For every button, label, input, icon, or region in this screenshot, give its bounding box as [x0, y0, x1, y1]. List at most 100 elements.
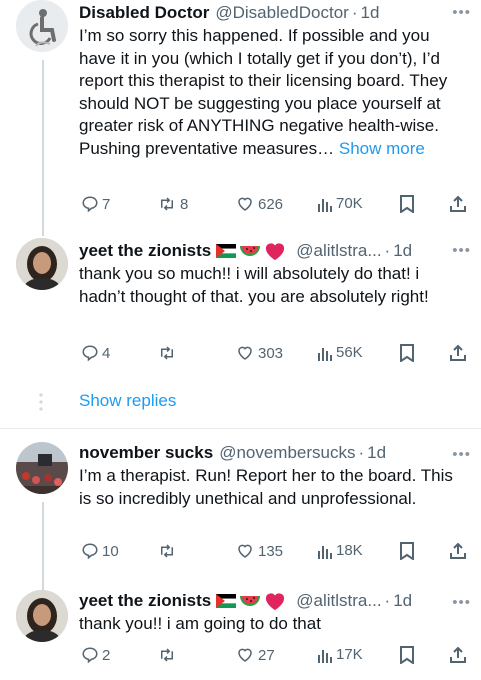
bookmark-icon — [400, 646, 414, 664]
views-button[interactable]: 17K — [317, 646, 363, 663]
heart-icon — [238, 346, 252, 360]
more-options-icon[interactable]: ••• — [452, 242, 471, 259]
share-button[interactable] — [449, 542, 467, 560]
action-bar: 4 303 56K — [79, 344, 471, 366]
reply-button[interactable]: 7 — [81, 195, 110, 213]
share-button[interactable] — [449, 344, 467, 362]
red-heart-icon — [266, 243, 285, 261]
action-bar: 7 8 626 70K — [79, 195, 471, 217]
views-button[interactable]: 56K — [317, 344, 363, 361]
show-more-link[interactable]: Show more — [339, 139, 425, 158]
timestamp[interactable]: 1d — [393, 590, 412, 612]
bookmark-icon — [400, 195, 414, 213]
views-bar-chart-icon — [318, 347, 332, 361]
views-button[interactable]: 70K — [317, 195, 363, 212]
reply-count: 2 — [102, 646, 111, 664]
display-name[interactable]: november sucks — [79, 442, 213, 464]
reply-button[interactable]: 2 — [81, 646, 110, 664]
action-bar: 10 135 18K — [79, 542, 471, 564]
like-count: 27 — [258, 646, 275, 664]
more-options-icon[interactable]: ••• — [452, 594, 471, 611]
bookmark-icon — [400, 344, 414, 362]
reply-count: 10 — [102, 542, 119, 560]
tweet-header: Disabled Doctor @DisabledDoctor · 1d — [79, 2, 469, 24]
view-count: 56K — [336, 344, 363, 361]
bookmark-button[interactable] — [399, 646, 415, 664]
tweet-header: yeet the zionists @alitlstra... · 1d — [79, 590, 469, 612]
reply-button[interactable]: 4 — [81, 344, 110, 362]
tweet[interactable]: Disabled Doctor @DisabledDoctor · 1d I’m… — [0, 0, 481, 230]
tweet-text: I’m so sorry this happened. If possible … — [79, 25, 469, 160]
bookmark-icon — [400, 542, 414, 560]
tweet-text: thank you!! i am going to do that — [79, 614, 321, 633]
share-icon — [450, 195, 466, 212]
like-count: 135 — [258, 542, 284, 560]
separator-dot: · — [358, 443, 365, 462]
tweet-header: yeet the zionists @alitlstra... · 1d — [79, 240, 469, 262]
avatar[interactable] — [16, 590, 68, 642]
share-icon — [450, 344, 466, 361]
tweet-text: thank you so much!! i will absolutely do… — [79, 264, 429, 306]
views-bar-chart-icon — [318, 649, 332, 663]
bookmark-button[interactable] — [399, 195, 415, 213]
watermelon-icon — [240, 246, 261, 256]
retweet-icon — [161, 648, 173, 662]
tweet[interactable]: yeet the zionists @alitlstra... · 1d tha… — [0, 590, 481, 680]
palestine-flag-icon — [216, 244, 237, 258]
avatar[interactable] — [16, 0, 68, 52]
divider — [0, 428, 481, 429]
tweet[interactable]: november sucks @novembersucks · 1d I’m a… — [0, 442, 481, 582]
separator-dot: · — [384, 241, 391, 260]
bookmark-button[interactable] — [399, 542, 415, 560]
avatar[interactable] — [16, 238, 68, 290]
retweet-button[interactable] — [157, 542, 177, 560]
reply-button[interactable]: 10 — [81, 542, 119, 560]
bookmark-button[interactable] — [399, 344, 415, 362]
avatar[interactable] — [16, 442, 68, 494]
like-button[interactable]: 626 — [235, 195, 283, 213]
reply-count: 7 — [102, 195, 111, 213]
timestamp[interactable]: 1d — [361, 2, 380, 24]
views-bar-chart-icon — [318, 545, 332, 559]
share-button[interactable] — [449, 646, 467, 664]
timestamp[interactable]: 1d — [367, 442, 386, 464]
show-replies-link[interactable]: Show replies — [79, 391, 176, 411]
like-button[interactable]: 27 — [235, 646, 275, 664]
reply-icon — [82, 647, 98, 664]
retweet-button[interactable] — [157, 646, 177, 664]
display-name[interactable]: yeet the zionists — [79, 240, 211, 262]
user-handle[interactable]: @alitlstra... — [296, 240, 381, 262]
view-count: 17K — [336, 646, 363, 663]
heart-icon — [238, 544, 252, 558]
red-heart-icon — [266, 593, 285, 611]
retweet-button[interactable]: 8 — [157, 195, 188, 213]
profile-photo-icon — [16, 590, 68, 642]
display-name[interactable]: yeet the zionists — [79, 590, 211, 612]
like-button[interactable]: 135 — [235, 542, 283, 560]
views-button[interactable]: 18K — [317, 542, 363, 559]
timestamp[interactable]: 1d — [393, 240, 412, 262]
more-options-icon[interactable]: ••• — [452, 4, 471, 21]
tweet-text: I’m a therapist. Run! Report her to the … — [79, 466, 453, 508]
display-name[interactable]: Disabled Doctor — [79, 2, 209, 24]
watermelon-icon — [240, 596, 261, 606]
user-handle[interactable]: @DisabledDoctor — [215, 2, 348, 24]
reply-count: 4 — [102, 344, 111, 362]
tweet[interactable]: yeet the zionists @alitlstra... · 1d tha… — [0, 238, 481, 378]
reply-icon — [82, 345, 98, 362]
name-emojis — [216, 241, 286, 261]
view-count: 18K — [336, 542, 363, 559]
user-handle[interactable]: @novembersucks — [219, 442, 355, 464]
retweet-icon — [161, 346, 173, 360]
profile-photo-icon — [16, 238, 68, 290]
heart-icon — [238, 197, 252, 211]
separator-dot: · — [384, 591, 391, 610]
like-button[interactable]: 303 — [235, 344, 283, 362]
retweet-button[interactable] — [157, 344, 177, 362]
retweet-count: 8 — [180, 195, 189, 213]
retweet-icon — [161, 544, 173, 558]
share-button[interactable] — [449, 195, 467, 213]
more-options-icon[interactable]: ••• — [452, 446, 471, 463]
user-handle[interactable]: @alitlstra... — [296, 590, 381, 612]
profile-photo-icon — [16, 442, 68, 494]
